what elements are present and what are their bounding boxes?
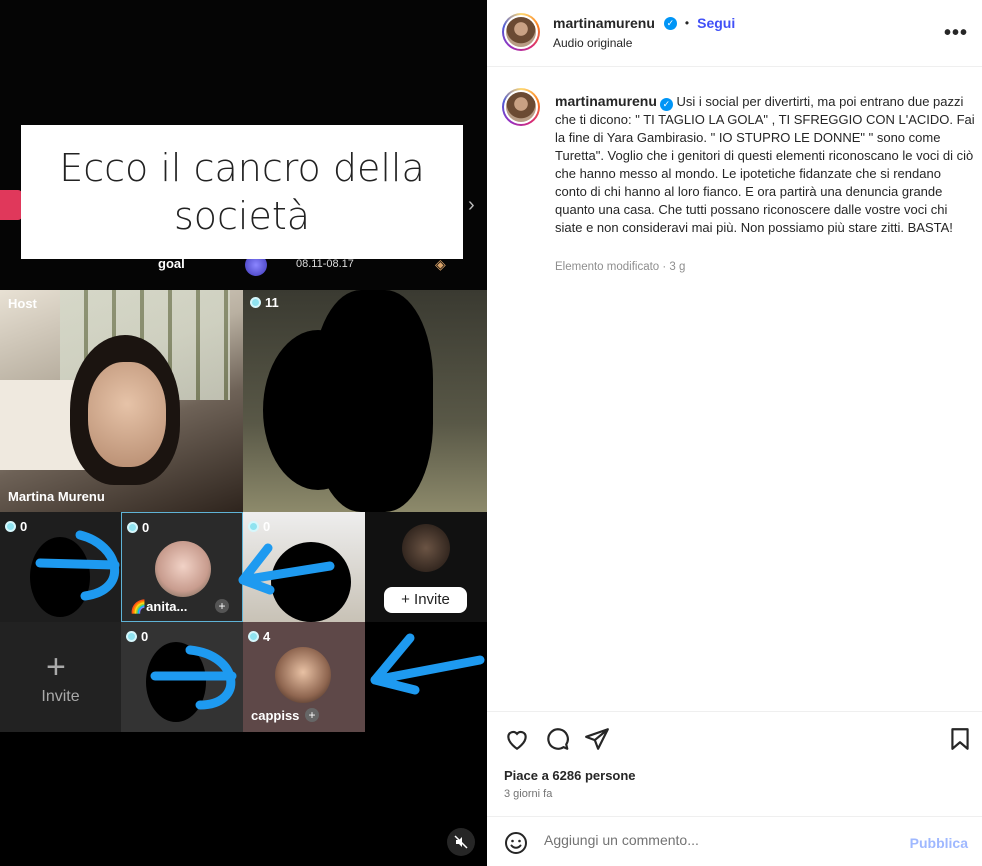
add-comment-bar: Pubblica xyxy=(487,816,982,866)
verified-icon: ✓ xyxy=(663,16,677,30)
follow-button[interactable]: Segui xyxy=(697,15,735,31)
instagram-post-view: › goal 08.11-08.17 ◈ Host Martina Murenu… xyxy=(0,0,982,866)
arrow-annotation xyxy=(370,633,485,695)
arrow-annotation xyxy=(35,558,120,570)
username[interactable]: martinamurenu xyxy=(553,15,655,31)
avatar[interactable] xyxy=(502,88,540,126)
post-panel: martinamurenu ✓ • Segui Audio originale … xyxy=(487,0,982,866)
publish-button[interactable]: Pubblica xyxy=(910,835,968,851)
comment-icon[interactable] xyxy=(544,726,570,752)
bookmark-icon[interactable] xyxy=(947,726,973,752)
heart-icon[interactable] xyxy=(504,726,530,752)
post-media[interactable]: › goal 08.11-08.17 ◈ Host Martina Murenu… xyxy=(0,0,487,866)
post-date: 3 giorni fa xyxy=(504,788,553,800)
caption-username[interactable]: martinamurenu xyxy=(555,93,657,109)
share-icon[interactable] xyxy=(584,726,610,752)
comment-input[interactable] xyxy=(544,832,884,848)
caption: martinamurenu ✓ Usi i social per divertir… xyxy=(555,92,975,237)
audio-label[interactable]: Audio originale xyxy=(553,36,632,50)
likes-count[interactable]: Piace a 6286 persone xyxy=(504,768,636,783)
separator-dot: • xyxy=(684,16,690,30)
edited-label: Elemento modificato · 3 g xyxy=(555,261,686,273)
post-header: martinamurenu ✓ • Segui Audio originale … xyxy=(487,0,982,67)
verified-icon: ✓ xyxy=(659,98,673,111)
avatar[interactable] xyxy=(502,13,540,51)
mute-icon[interactable] xyxy=(447,828,475,856)
more-icon[interactable]: ••• xyxy=(944,22,968,45)
overlay-text: Ecco il cancro della società xyxy=(59,146,425,238)
emoji-icon[interactable] xyxy=(504,831,528,855)
video-caption-overlay: Ecco il cancro della società xyxy=(21,125,463,259)
caption-text: Usi i social per divertirti, ma poi entr… xyxy=(555,94,975,235)
arrow-annotation xyxy=(238,543,335,595)
